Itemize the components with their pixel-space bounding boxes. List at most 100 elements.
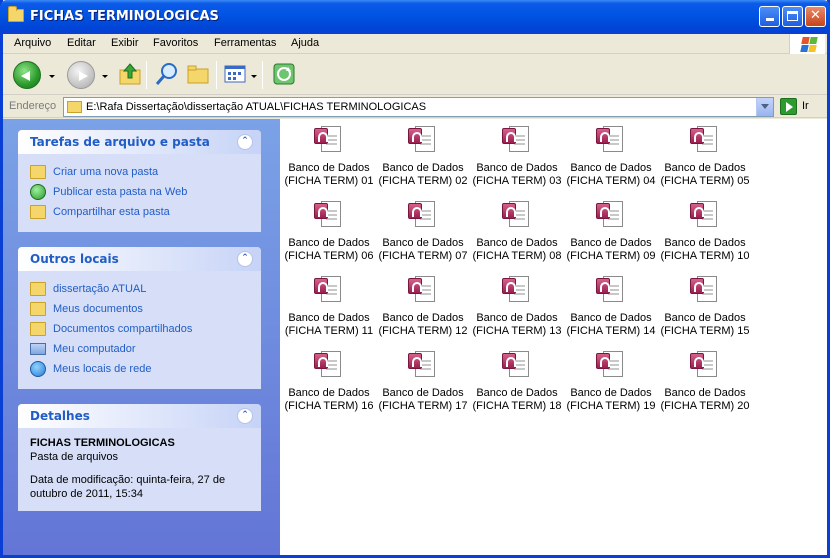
file-item[interactable]: Banco de Dados (FICHA TERM) 16 xyxy=(282,346,376,416)
file-label[interactable]: Banco de Dados (FICHA TERM) 09 xyxy=(564,237,658,263)
back-button[interactable] xyxy=(13,61,41,89)
access-database-icon xyxy=(502,200,530,230)
forward-dropdown-icon[interactable] xyxy=(102,75,108,78)
place-label[interactable]: dissertação ATUAL xyxy=(53,283,146,295)
file-label[interactable]: Banco de Dados (FICHA TERM) 08 xyxy=(470,237,564,263)
file-label[interactable]: Banco de Dados (FICHA TERM) 14 xyxy=(564,312,658,338)
file-item[interactable]: Banco de Dados (FICHA TERM) 04 xyxy=(564,121,658,191)
search-button[interactable] xyxy=(154,61,182,89)
task-label[interactable]: Publicar esta pasta na Web xyxy=(53,186,187,198)
address-path[interactable]: E:\Rafa Dissertação\dissertação ATUAL\FI… xyxy=(86,101,426,113)
address-input[interactable]: E:\Rafa Dissertação\dissertação ATUAL\FI… xyxy=(63,97,774,117)
menu-editar[interactable]: Editar xyxy=(67,37,96,49)
place-label[interactable]: Meu computador xyxy=(53,343,136,355)
views-dropdown-icon[interactable] xyxy=(251,75,257,78)
views-button[interactable] xyxy=(223,61,251,89)
file-item[interactable]: Banco de Dados (FICHA TERM) 18 xyxy=(470,346,564,416)
file-label[interactable]: Banco de Dados (FICHA TERM) 12 xyxy=(376,312,470,338)
place-network[interactable]: Meus locais de rede xyxy=(30,359,249,379)
access-key-icon xyxy=(690,203,704,219)
up-folder-button[interactable] xyxy=(117,61,145,89)
forward-button[interactable] xyxy=(67,61,95,89)
panel-title[interactable]: Detalhes xyxy=(30,409,90,423)
file-label[interactable]: Banco de Dados (FICHA TERM) 13 xyxy=(470,312,564,338)
file-label[interactable]: Banco de Dados (FICHA TERM) 11 xyxy=(282,312,376,338)
collapse-icon[interactable]: ⌃ xyxy=(237,408,253,424)
file-label[interactable]: Banco de Dados (FICHA TERM) 15 xyxy=(658,312,752,338)
go-arrow-icon[interactable] xyxy=(780,98,797,115)
place-label[interactable]: Meus documentos xyxy=(53,303,143,315)
file-item[interactable]: Banco de Dados (FICHA TERM) 11 xyxy=(282,271,376,341)
task-share-folder[interactable]: Compartilhar esta pasta xyxy=(30,202,249,222)
menu-favoritos[interactable]: Favoritos xyxy=(153,37,198,49)
file-item[interactable]: Banco de Dados (FICHA TERM) 13 xyxy=(470,271,564,341)
collapse-icon[interactable]: ⌃ xyxy=(237,251,253,267)
address-dropdown-button[interactable] xyxy=(756,98,773,116)
toolbar xyxy=(3,55,827,95)
file-label[interactable]: Banco de Dados (FICHA TERM) 06 xyxy=(282,237,376,263)
file-item[interactable]: Banco de Dados (FICHA TERM) 09 xyxy=(564,196,658,266)
file-label[interactable]: Banco de Dados (FICHA TERM) 20 xyxy=(658,387,752,413)
title-bar[interactable]: FICHAS TERMINOLOGICAS ✕ xyxy=(0,0,830,34)
panel-title[interactable]: Tarefas de arquivo e pasta xyxy=(30,135,210,149)
file-item[interactable]: Banco de Dados (FICHA TERM) 03 xyxy=(470,121,564,191)
minimize-button[interactable] xyxy=(759,6,780,27)
file-item[interactable]: Banco de Dados (FICHA TERM) 10 xyxy=(658,196,752,266)
file-item[interactable]: Banco de Dados (FICHA TERM) 12 xyxy=(376,271,470,341)
access-key-icon xyxy=(502,353,516,369)
file-item[interactable]: Banco de Dados (FICHA TERM) 06 xyxy=(282,196,376,266)
file-label[interactable]: Banco de Dados (FICHA TERM) 07 xyxy=(376,237,470,263)
access-database-icon xyxy=(314,350,342,380)
menu-exibir[interactable]: Exibir xyxy=(111,37,139,49)
folders-button[interactable] xyxy=(186,61,214,89)
task-publish-web[interactable]: Publicar esta pasta na Web xyxy=(30,182,249,202)
place-shared-documents[interactable]: Documentos compartilhados xyxy=(30,319,249,339)
maximize-button[interactable] xyxy=(782,6,803,27)
menu-ajuda[interactable]: Ajuda xyxy=(291,37,319,49)
file-label[interactable]: Banco de Dados (FICHA TERM) 19 xyxy=(564,387,658,413)
collapse-icon[interactable]: ⌃ xyxy=(237,134,253,150)
share-folder-icon xyxy=(30,205,46,219)
file-item[interactable]: Banco de Dados (FICHA TERM) 07 xyxy=(376,196,470,266)
menu-ferramentas[interactable]: Ferramentas xyxy=(214,37,276,49)
back-dropdown-icon[interactable] xyxy=(49,75,55,78)
panel-header[interactable]: Tarefas de arquivo e pasta ⌃ xyxy=(18,130,261,154)
file-label[interactable]: Banco de Dados (FICHA TERM) 04 xyxy=(564,162,658,188)
file-label[interactable]: Banco de Dados (FICHA TERM) 17 xyxy=(376,387,470,413)
file-item[interactable]: Banco de Dados (FICHA TERM) 14 xyxy=(564,271,658,341)
task-new-folder[interactable]: Criar uma nova pasta xyxy=(30,162,249,182)
file-label[interactable]: Banco de Dados (FICHA TERM) 10 xyxy=(658,237,752,263)
task-label[interactable]: Compartilhar esta pasta xyxy=(53,206,170,218)
place-label[interactable]: Documentos compartilhados xyxy=(53,323,192,335)
panel-header[interactable]: Detalhes ⌃ xyxy=(18,404,261,428)
panel-header[interactable]: Outros locais ⌃ xyxy=(18,247,261,271)
file-item[interactable]: Banco de Dados (FICHA TERM) 17 xyxy=(376,346,470,416)
place-label[interactable]: Meus locais de rede xyxy=(53,363,151,375)
menu-arquivo[interactable]: Arquivo xyxy=(14,37,51,49)
go-button[interactable]: Ir xyxy=(802,100,809,112)
shared-documents-icon xyxy=(30,322,46,336)
access-database-icon xyxy=(408,350,436,380)
file-label[interactable]: Banco de Dados (FICHA TERM) 03 xyxy=(470,162,564,188)
close-button[interactable]: ✕ xyxy=(805,6,826,27)
place-my-documents[interactable]: Meus documentos xyxy=(30,299,249,319)
file-list-view[interactable]: Banco de Dados (FICHA TERM) 01 Banco de Da… xyxy=(280,119,827,555)
panel-title[interactable]: Outros locais xyxy=(30,252,119,266)
file-item[interactable]: Banco de Dados (FICHA TERM) 05 xyxy=(658,121,752,191)
file-item[interactable]: Banco de Dados (FICHA TERM) 08 xyxy=(470,196,564,266)
access-key-icon xyxy=(314,353,328,369)
file-label[interactable]: Banco de Dados (FICHA TERM) 01 xyxy=(282,162,376,188)
place-my-computer[interactable]: Meu computador xyxy=(30,339,249,359)
file-label[interactable]: Banco de Dados (FICHA TERM) 16 xyxy=(282,387,376,413)
sync-button[interactable] xyxy=(271,61,299,89)
task-label[interactable]: Criar uma nova pasta xyxy=(53,166,158,178)
file-item[interactable]: Banco de Dados (FICHA TERM) 20 xyxy=(658,346,752,416)
file-label[interactable]: Banco de Dados (FICHA TERM) 02 xyxy=(376,162,470,188)
file-item[interactable]: Banco de Dados (FICHA TERM) 15 xyxy=(658,271,752,341)
place-dissertacao-atual[interactable]: dissertação ATUAL xyxy=(30,279,249,299)
file-label[interactable]: Banco de Dados (FICHA TERM) 05 xyxy=(658,162,752,188)
file-item[interactable]: Banco de Dados (FICHA TERM) 02 xyxy=(376,121,470,191)
file-item[interactable]: Banco de Dados (FICHA TERM) 01 xyxy=(282,121,376,191)
file-label[interactable]: Banco de Dados (FICHA TERM) 18 xyxy=(470,387,564,413)
file-item[interactable]: Banco de Dados (FICHA TERM) 19 xyxy=(564,346,658,416)
